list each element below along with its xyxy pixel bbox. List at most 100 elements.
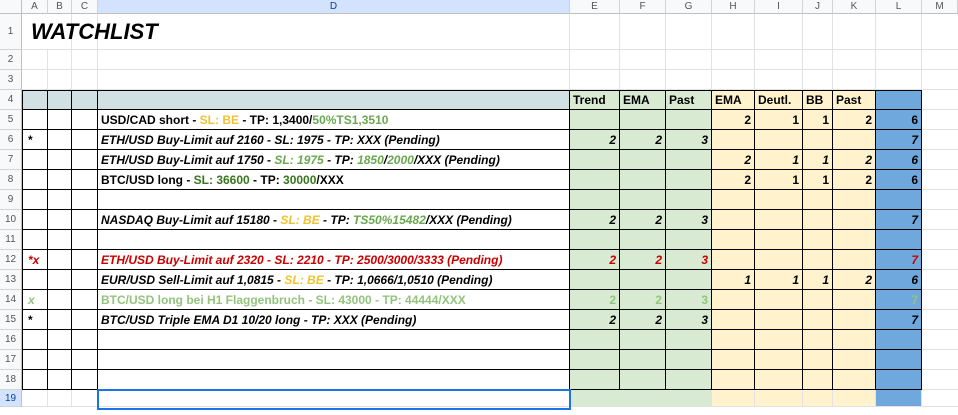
cell-a13[interactable] (22, 270, 48, 290)
score-f15[interactable]: 2 (620, 310, 666, 330)
cell-k12[interactable] (833, 250, 876, 270)
score-k5[interactable]: 2 (833, 110, 876, 130)
column-header-c[interactable]: C (72, 0, 98, 14)
cell-l4[interactable] (876, 90, 922, 110)
score-g14[interactable]: 3 (666, 290, 712, 310)
cell-i9[interactable] (755, 190, 803, 210)
cell-h15[interactable] (712, 310, 755, 330)
column-header-b[interactable]: B (48, 0, 72, 14)
cell-j10[interactable] (803, 210, 833, 230)
row-header-10[interactable]: 10 (0, 210, 22, 230)
cell-a15[interactable]: * (22, 310, 48, 330)
cell-h6[interactable] (712, 130, 755, 150)
cell-j12[interactable] (803, 250, 833, 270)
cell-a9[interactable] (22, 190, 48, 210)
trade-description-10[interactable]: NASDAQ Buy-Limit auf 15180 - SL: BE - TP… (98, 210, 570, 230)
cell-m16[interactable] (922, 330, 958, 350)
cell-c7[interactable] (72, 150, 98, 170)
row-header-15[interactable]: 15 (0, 310, 22, 330)
score-g12[interactable]: 3 (666, 250, 712, 270)
column-header-h[interactable]: H (712, 0, 755, 14)
score-e10[interactable]: 2 (570, 210, 620, 230)
cell-k11[interactable] (833, 230, 876, 250)
cell-l11[interactable] (876, 230, 922, 250)
cell-h3[interactable] (712, 70, 755, 90)
cell-f5[interactable] (620, 110, 666, 130)
cell-k16[interactable] (833, 330, 876, 350)
score-h13[interactable]: 1 (712, 270, 755, 290)
cell-c5[interactable] (72, 110, 98, 130)
cell-e9[interactable] (570, 190, 620, 210)
cell-l9[interactable] (876, 190, 922, 210)
cell-j14[interactable] (803, 290, 833, 310)
cell-b15[interactable] (48, 310, 72, 330)
cell-c12[interactable] (72, 250, 98, 270)
score-f10[interactable]: 2 (620, 210, 666, 230)
score-h8[interactable]: 2 (712, 170, 755, 190)
trade-description-13[interactable]: EUR/USD Sell-Limit auf 1,0815 - SL: BE -… (98, 270, 570, 290)
score-e12[interactable]: 2 (570, 250, 620, 270)
cell-e8[interactable] (570, 170, 620, 190)
cell-i6[interactable] (755, 130, 803, 150)
row-header-17[interactable]: 17 (0, 350, 22, 370)
header-g[interactable]: Past (666, 90, 712, 110)
cell-c8[interactable] (72, 170, 98, 190)
cell-c3[interactable] (72, 70, 98, 90)
cell-g13[interactable] (666, 270, 712, 290)
cell-g3[interactable] (666, 70, 712, 90)
cell-a3[interactable] (22, 70, 48, 90)
cell-b8[interactable] (48, 170, 72, 190)
cell-a11[interactable] (22, 230, 48, 250)
cell-m17[interactable] (922, 350, 958, 370)
cell-c16[interactable] (72, 330, 98, 350)
cell-a12[interactable]: *x (22, 250, 48, 270)
cell-b6[interactable] (48, 130, 72, 150)
cell-a16[interactable] (22, 330, 48, 350)
cell-b11[interactable] (48, 230, 72, 250)
header-j[interactable]: BB (803, 90, 833, 110)
cell-l16[interactable] (876, 330, 922, 350)
cell-i15[interactable] (755, 310, 803, 330)
row-header-13[interactable]: 13 (0, 270, 22, 290)
cell-m5[interactable] (922, 110, 958, 130)
score-f12[interactable]: 2 (620, 250, 666, 270)
cell-h14[interactable] (712, 290, 755, 310)
column-header-k[interactable]: K (833, 0, 876, 14)
score-l6[interactable]: 7 (876, 130, 922, 150)
cell-a14[interactable]: x (22, 290, 48, 310)
cell-d3[interactable] (98, 70, 570, 90)
header-i[interactable]: Deutl. (755, 90, 803, 110)
cell-b7[interactable] (48, 150, 72, 170)
cell-a4[interactable] (22, 90, 48, 110)
sheet-title[interactable]: WATCHLIST (22, 14, 570, 50)
cell-m7[interactable] (922, 150, 958, 170)
cell-g18[interactable] (666, 370, 712, 390)
trade-description-8[interactable]: BTC/USD long - SL: 36600 - TP: 30000/XXX (98, 170, 570, 190)
score-l14[interactable]: 7 (876, 290, 922, 310)
header-k[interactable]: Past (833, 90, 876, 110)
cell-h12[interactable] (712, 250, 755, 270)
score-j8[interactable]: 1 (803, 170, 833, 190)
score-e15[interactable]: 2 (570, 310, 620, 330)
cell-k18[interactable] (833, 370, 876, 390)
trade-description-14[interactable]: BTC/USD long bei H1 Flaggenbruch - SL: 4… (98, 290, 570, 310)
cell-m10[interactable] (922, 210, 958, 230)
score-e6[interactable]: 2 (570, 130, 620, 150)
cell-c18[interactable] (72, 370, 98, 390)
column-header-e[interactable]: E (570, 0, 620, 14)
score-i8[interactable]: 1 (755, 170, 803, 190)
cell-j19[interactable] (803, 390, 833, 407)
row-header-6[interactable]: 6 (0, 130, 22, 150)
cell-j11[interactable] (803, 230, 833, 250)
cell-l3[interactable] (876, 70, 922, 90)
cell-f2[interactable] (620, 50, 666, 70)
cell-m14[interactable] (922, 290, 958, 310)
cell-k3[interactable] (833, 70, 876, 90)
cell-m15[interactable] (922, 310, 958, 330)
cell-c4[interactable] (72, 90, 98, 110)
row-header-14[interactable]: 14 (0, 290, 22, 310)
cell-f11[interactable] (620, 230, 666, 250)
spreadsheet-grid[interactable]: A B C D E F G H I J K L M 1 2 3 4 5 6 7 8 9 10 11 12 13 14 15 16 17 18… (0, 0, 958, 415)
column-header-d[interactable]: D (98, 0, 570, 14)
cell-h11[interactable] (712, 230, 755, 250)
